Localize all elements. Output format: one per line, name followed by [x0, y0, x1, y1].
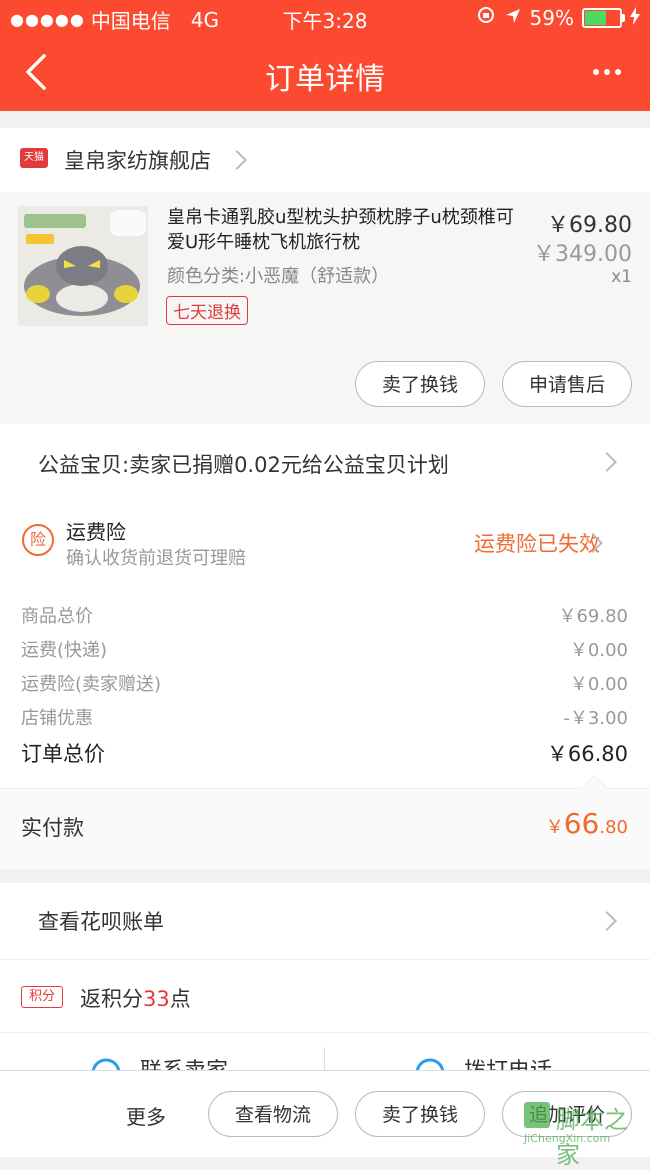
price-row-label: 店铺优惠: [21, 708, 93, 729]
charging-icon: [630, 6, 640, 30]
battery-percent: 59%: [529, 5, 574, 30]
price-row-label: 运费险(卖家赠送): [21, 674, 162, 695]
contact-row: 联系卖家 拨打电话: [0, 1032, 650, 1073]
price-row-value: ￥0.00: [569, 674, 628, 695]
price-row-insurance: 运费险(卖家赠送) ￥0.00: [21, 670, 628, 700]
battery-icon: [582, 7, 625, 28]
points-prefix: 返积分: [80, 987, 143, 1011]
points-suffix: 点: [169, 987, 191, 1011]
product-quantity: x1: [611, 267, 632, 287]
watermark-logo-icon: [524, 1102, 550, 1128]
order-total-value: ￥66.80: [546, 742, 628, 766]
product-item[interactable]: 皇帛卡通乳胶u型枕头护颈枕脖子u枕颈椎可爱U形午睡枕飞机旅行枕 颜色分类:小恶魔…: [0, 192, 650, 424]
huabei-label: 查看花呗账单: [38, 910, 164, 934]
paid-amount-row: 实付款 ￥66.80: [0, 775, 650, 869]
points-number: 33: [143, 987, 170, 1011]
after-sales-button[interactable]: 申请售后: [502, 361, 632, 407]
shop-row[interactable]: 天猫 皇帛家纺旗舰店: [0, 128, 650, 192]
shipping-insurance-row[interactable]: 险 运费险 确认收货前退货可理赔 运费险已失效: [0, 500, 650, 588]
order-total-label: 订单总价: [21, 742, 105, 766]
charity-text: 公益宝贝:卖家已捐赠0.02元给公益宝贝计划: [38, 453, 449, 477]
chevron-right-icon: [597, 452, 617, 472]
price-row-value: ￥69.80: [558, 606, 628, 627]
price-row-subtotal: 商品总价 ￥69.80: [21, 602, 628, 632]
price-row-discount: 店铺优惠 -￥3.00: [21, 704, 628, 734]
price-row-label: 商品总价: [21, 606, 93, 627]
watermark: 脚本之家 JiChengXin.com: [524, 1098, 644, 1169]
resell-button[interactable]: 卖了换钱: [355, 361, 485, 407]
view-logistics-button[interactable]: 查看物流: [208, 1091, 338, 1137]
paid-label: 实付款: [21, 816, 84, 840]
dot-icon: [593, 69, 599, 75]
location-arrow-icon: [504, 6, 522, 30]
status-bar: ●●●●● 中国电信 4G 下午3:28 59%: [0, 0, 650, 36]
resell-bottom-button[interactable]: 卖了换钱: [355, 1091, 485, 1137]
points-row: 积分 返积分33点: [0, 960, 650, 1032]
insurance-icon: 险: [22, 524, 54, 556]
product-price: ￥69.80: [547, 213, 632, 238]
dot-icon: [604, 69, 610, 75]
rotation-lock-icon: [476, 5, 496, 30]
product-sku: 颜色分类:小恶魔（舒适款）: [167, 266, 390, 287]
chevron-right-icon: [597, 911, 617, 931]
insurance-title: 运费险: [66, 520, 126, 544]
insurance-status: 运费险已失效: [474, 532, 600, 556]
neck-pillow-image: [18, 206, 148, 326]
paid-decimal: .80: [599, 817, 628, 838]
navigation-bar: 订单详情: [0, 36, 650, 111]
chevron-right-icon: [227, 150, 247, 170]
paid-currency: ￥: [545, 817, 564, 838]
order-total-row: 订单总价 ￥66.80: [21, 738, 628, 772]
product-title[interactable]: 皇帛卡通乳胶u型枕头护颈枕脖子u枕颈椎可爱U形午睡枕飞机旅行枕: [167, 205, 519, 255]
points-badge: 积分: [21, 986, 63, 1008]
product-thumbnail[interactable]: [18, 206, 148, 326]
dot-icon: [615, 69, 621, 75]
paid-value: ￥66.80: [546, 807, 628, 840]
shop-name: 皇帛家纺旗舰店: [64, 149, 211, 173]
price-row-value: ￥0.00: [569, 640, 628, 661]
points-text: 返积分33点: [80, 983, 191, 1013]
more-button[interactable]: 更多: [126, 1101, 166, 1130]
price-row-shipping: 运费(快递) ￥0.00: [21, 636, 628, 666]
price-row-label: 运费(快递): [21, 640, 108, 661]
page-title: 订单详情: [265, 62, 385, 97]
return-policy-badge: 七天退换: [166, 296, 248, 325]
insurance-subtitle: 确认收货前退货可理赔: [66, 548, 246, 569]
watermark-url: JiChengXin.com: [524, 1132, 611, 1145]
product-original-price: ￥349.00: [533, 242, 632, 267]
paid-integer: 66: [563, 807, 600, 840]
more-options-button[interactable]: [582, 50, 632, 94]
huabei-bill-row[interactable]: 查看花呗账单: [0, 883, 650, 960]
price-row-value: -￥3.00: [563, 708, 628, 729]
tmall-logo-icon: 天猫: [20, 148, 48, 168]
charity-row[interactable]: 公益宝贝:卖家已捐赠0.02元给公益宝贝计划: [0, 424, 650, 500]
price-breakdown: 商品总价 ￥69.80 运费(快递) ￥0.00 运费险(卖家赠送) ￥0.00…: [0, 588, 650, 788]
